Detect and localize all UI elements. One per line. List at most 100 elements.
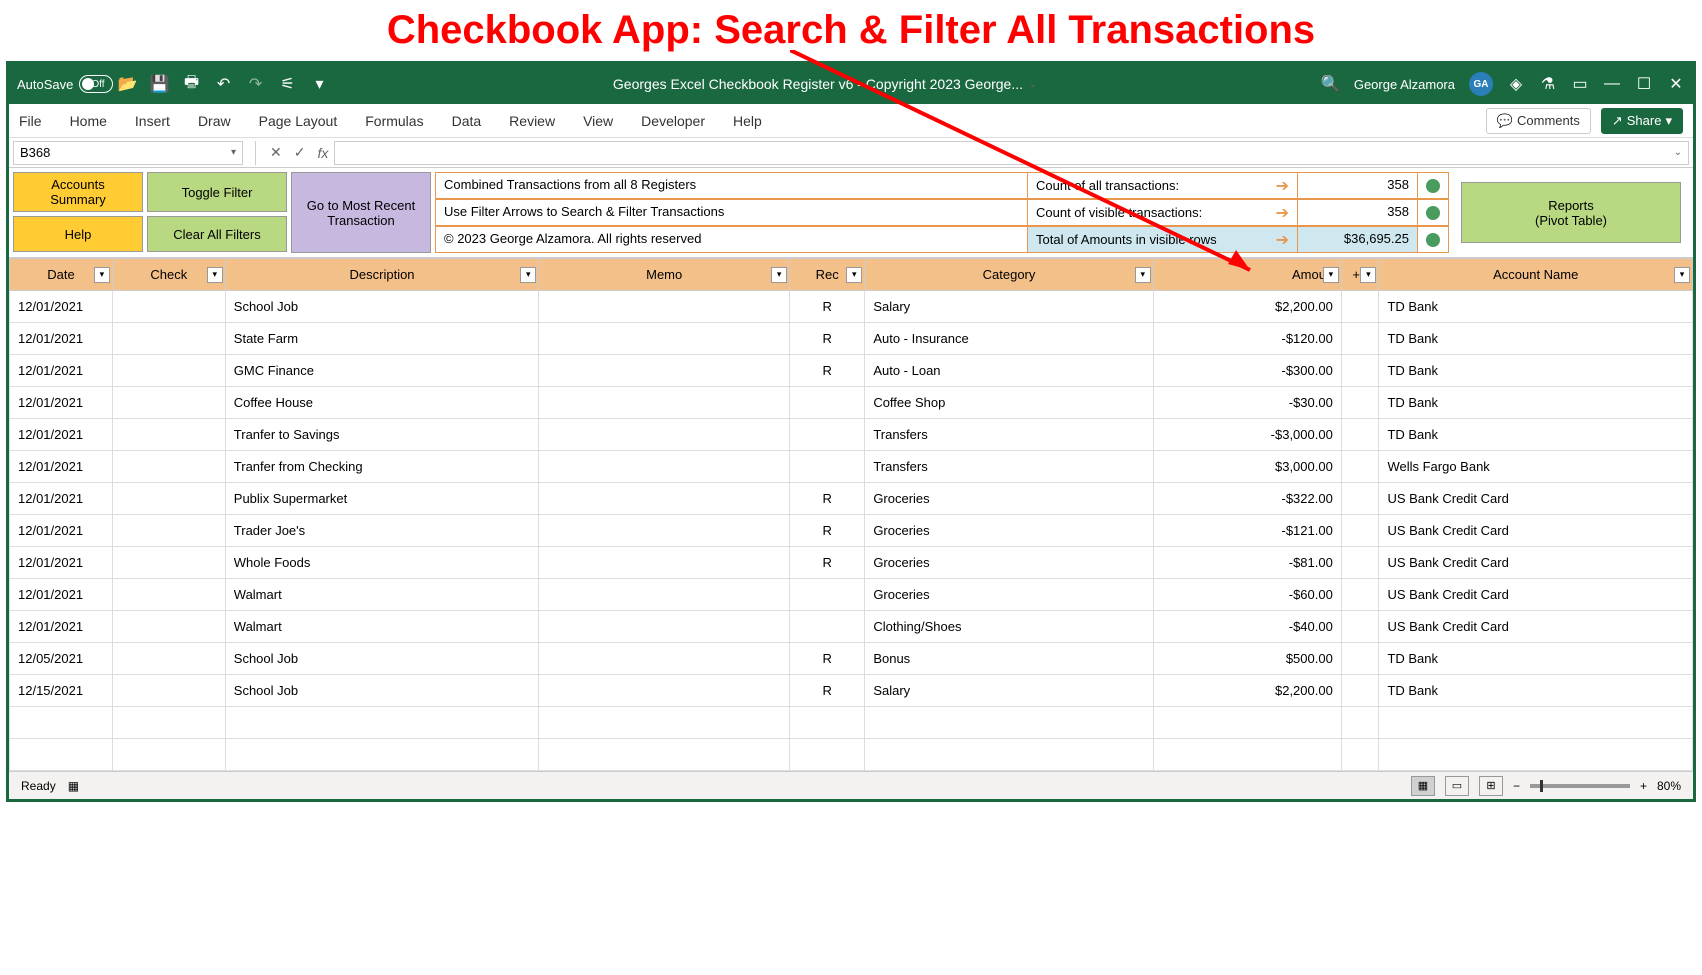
zoom-out-button[interactable]: − [1513, 779, 1520, 793]
cell-check[interactable] [112, 451, 225, 483]
goto-recent-button[interactable]: Go to Most Recent Transaction [291, 172, 431, 253]
clear-filters-button[interactable]: Clear All Filters [147, 216, 287, 252]
table-row-empty[interactable] [10, 707, 1693, 739]
cell-category[interactable]: Groceries [865, 579, 1153, 611]
comments-button[interactable]: 💬 Comments [1486, 108, 1591, 134]
col-rec[interactable]: Rec▾ [790, 259, 865, 291]
cell-check[interactable] [112, 675, 225, 707]
cell-description[interactable]: Walmart [225, 611, 539, 643]
cell-account[interactable]: TD Bank [1379, 291, 1693, 323]
cell-date[interactable]: 12/01/2021 [10, 323, 113, 355]
cell-amount[interactable]: -$40.00 [1153, 611, 1341, 643]
col-description[interactable]: Description▾ [225, 259, 539, 291]
cell-rec[interactable]: R [790, 643, 865, 675]
cell-account[interactable]: US Bank Credit Card [1379, 611, 1693, 643]
table-row[interactable]: 12/01/2021Tranfer from CheckingTransfers… [10, 451, 1693, 483]
cell-date[interactable]: 12/01/2021 [10, 579, 113, 611]
zoom-level[interactable]: 80% [1657, 779, 1681, 793]
cell-check[interactable] [112, 579, 225, 611]
cell-check[interactable] [112, 387, 225, 419]
cell-memo[interactable] [539, 291, 790, 323]
table-row[interactable]: 12/01/2021Publix SupermarketRGroceries-$… [10, 483, 1693, 515]
cell-account[interactable]: TD Bank [1379, 323, 1693, 355]
table-row[interactable]: 12/01/2021GMC FinanceRAuto - Loan-$300.0… [10, 355, 1693, 387]
table-row[interactable]: 12/01/2021Whole FoodsRGroceries-$81.00US… [10, 547, 1693, 579]
cell-amount[interactable]: -$322.00 [1153, 483, 1341, 515]
filter-icon[interactable]: ▾ [1135, 267, 1151, 283]
cell-check[interactable] [112, 483, 225, 515]
filter-icon[interactable]: ▾ [846, 267, 862, 283]
cancel-formula-icon[interactable]: ✕ [270, 144, 282, 161]
undo-icon[interactable]: ↶ [215, 75, 233, 93]
cell-date[interactable]: 12/01/2021 [10, 387, 113, 419]
cell-rec[interactable]: R [790, 515, 865, 547]
cell-description[interactable]: Publix Supermarket [225, 483, 539, 515]
cell-flag[interactable] [1341, 323, 1379, 355]
cell-flag[interactable] [1341, 515, 1379, 547]
flask-icon[interactable]: ⚗ [1539, 75, 1557, 93]
cell-check[interactable] [112, 323, 225, 355]
user-avatar[interactable]: GA [1469, 72, 1493, 96]
cell-flag[interactable] [1341, 643, 1379, 675]
cell-flag[interactable] [1341, 419, 1379, 451]
cell-rec[interactable]: R [790, 291, 865, 323]
filter-icon[interactable]: ▾ [520, 267, 536, 283]
normal-view-button[interactable]: ▦ [1411, 776, 1435, 796]
cell-description[interactable]: School Job [225, 643, 539, 675]
cell-amount[interactable]: -$3,000.00 [1153, 419, 1341, 451]
cell-memo[interactable] [539, 451, 790, 483]
cell-flag[interactable] [1341, 291, 1379, 323]
col-check[interactable]: Check▾ [112, 259, 225, 291]
diamond-icon[interactable]: ◈ [1507, 75, 1525, 93]
cell-account[interactable]: US Bank Credit Card [1379, 579, 1693, 611]
cell-rec[interactable]: R [790, 675, 865, 707]
cell-date[interactable]: 12/01/2021 [10, 291, 113, 323]
filter-icon[interactable]: ▾ [94, 267, 110, 283]
cell-category[interactable]: Bonus [865, 643, 1153, 675]
cell-category[interactable]: Clothing/Shoes [865, 611, 1153, 643]
cell-account[interactable]: Wells Fargo Bank [1379, 451, 1693, 483]
cell-flag[interactable] [1341, 451, 1379, 483]
filter-icon[interactable]: ▾ [1674, 267, 1690, 283]
col-date[interactable]: Date▾ [10, 259, 113, 291]
cell-amount[interactable]: $500.00 [1153, 643, 1341, 675]
cell-memo[interactable] [539, 387, 790, 419]
cell-rec[interactable] [790, 451, 865, 483]
cell-date[interactable]: 12/15/2021 [10, 675, 113, 707]
table-row[interactable]: 12/01/2021WalmartClothing/Shoes-$40.00US… [10, 611, 1693, 643]
transactions-table-wrap[interactable]: Date▾ Check▾ Description▾ Memo▾ Rec▾ Cat… [9, 258, 1693, 771]
cell-description[interactable]: School Job [225, 675, 539, 707]
help-button[interactable]: Help [13, 216, 143, 252]
tab-help[interactable]: Help [733, 113, 762, 129]
tab-developer[interactable]: Developer [641, 113, 705, 129]
share-button[interactable]: ↗ Share ▾ [1601, 108, 1683, 134]
cell-account[interactable]: US Bank Credit Card [1379, 515, 1693, 547]
col-account[interactable]: Account Name▾ [1379, 259, 1693, 291]
accounts-summary-button[interactable]: Accounts Summary [13, 172, 143, 212]
cell-check[interactable] [112, 611, 225, 643]
cell-check[interactable] [112, 419, 225, 451]
col-flag[interactable]: +/-▾ [1341, 259, 1379, 291]
name-box[interactable]: B368▾ [13, 141, 243, 165]
tab-review[interactable]: Review [509, 113, 555, 129]
cell-rec[interactable] [790, 611, 865, 643]
cell-description[interactable]: Tranfer to Savings [225, 419, 539, 451]
cell-description[interactable]: Coffee House [225, 387, 539, 419]
accept-formula-icon[interactable]: ✓ [294, 144, 306, 161]
cell-check[interactable] [112, 643, 225, 675]
cell-account[interactable]: TD Bank [1379, 387, 1693, 419]
cell-category[interactable]: Transfers [865, 419, 1153, 451]
col-memo[interactable]: Memo▾ [539, 259, 790, 291]
formula-bar[interactable]: ⌄ [334, 141, 1689, 165]
search-icon[interactable]: 🔍 [1322, 75, 1340, 93]
macro-icon[interactable]: ▦ [68, 779, 79, 793]
autosave-toggle[interactable]: AutoSave Off [17, 75, 105, 93]
cell-category[interactable]: Salary [865, 675, 1153, 707]
cell-memo[interactable] [539, 547, 790, 579]
cell-check[interactable] [112, 291, 225, 323]
cell-rec[interactable]: R [790, 323, 865, 355]
table-row[interactable]: 12/01/2021State FarmRAuto - Insurance-$1… [10, 323, 1693, 355]
cell-category[interactable]: Groceries [865, 515, 1153, 547]
cell-category[interactable]: Auto - Loan [865, 355, 1153, 387]
cell-account[interactable]: TD Bank [1379, 419, 1693, 451]
